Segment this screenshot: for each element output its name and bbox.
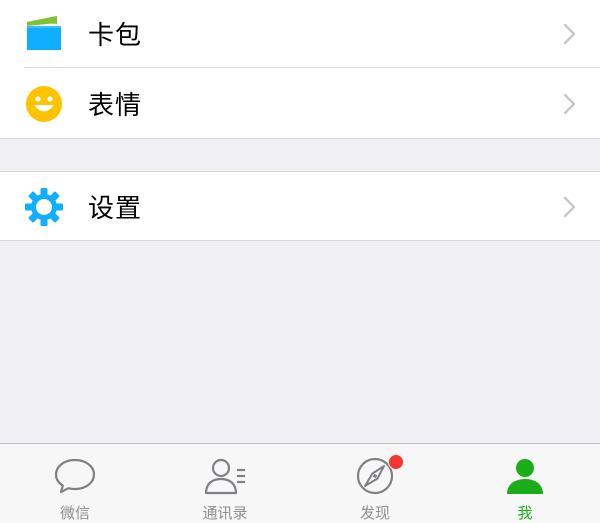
gear-icon	[24, 187, 64, 227]
menu-item-stickers[interactable]: 表情	[0, 69, 600, 138]
tab-contacts[interactable]: 通讯录	[150, 444, 300, 523]
menu-group-settings: 设置	[0, 171, 600, 241]
tab-me[interactable]: 我	[450, 444, 600, 523]
person-icon	[503, 456, 547, 496]
smiley-icon	[24, 84, 64, 124]
notification-badge-dot	[388, 454, 404, 470]
menu-item-label: 卡包	[88, 21, 143, 51]
chevron-right-icon	[562, 196, 578, 218]
menu-item-label: 设置	[88, 194, 143, 224]
menu-item-card-wallet[interactable]: 卡包	[0, 0, 600, 68]
tab-label: 微信	[59, 504, 90, 522]
tab-label: 通讯录	[202, 504, 248, 522]
wallet-icon	[24, 14, 64, 54]
tab-label: 发现	[359, 504, 390, 522]
tab-discover[interactable]: 发现	[300, 444, 450, 523]
chat-bubble-icon	[53, 456, 97, 496]
menu-item-label: 表情	[88, 91, 143, 121]
contacts-icon	[203, 456, 247, 496]
tab-chats[interactable]: 微信	[0, 444, 150, 523]
chevron-right-icon	[562, 23, 578, 45]
menu-item-settings[interactable]: 设置	[0, 172, 600, 241]
chevron-right-icon	[562, 93, 578, 115]
tab-label: 我	[517, 504, 533, 522]
menu-group-top: 卡包 表情	[0, 0, 600, 139]
tab-bar: 微信 通讯录 发现 我	[0, 443, 600, 523]
